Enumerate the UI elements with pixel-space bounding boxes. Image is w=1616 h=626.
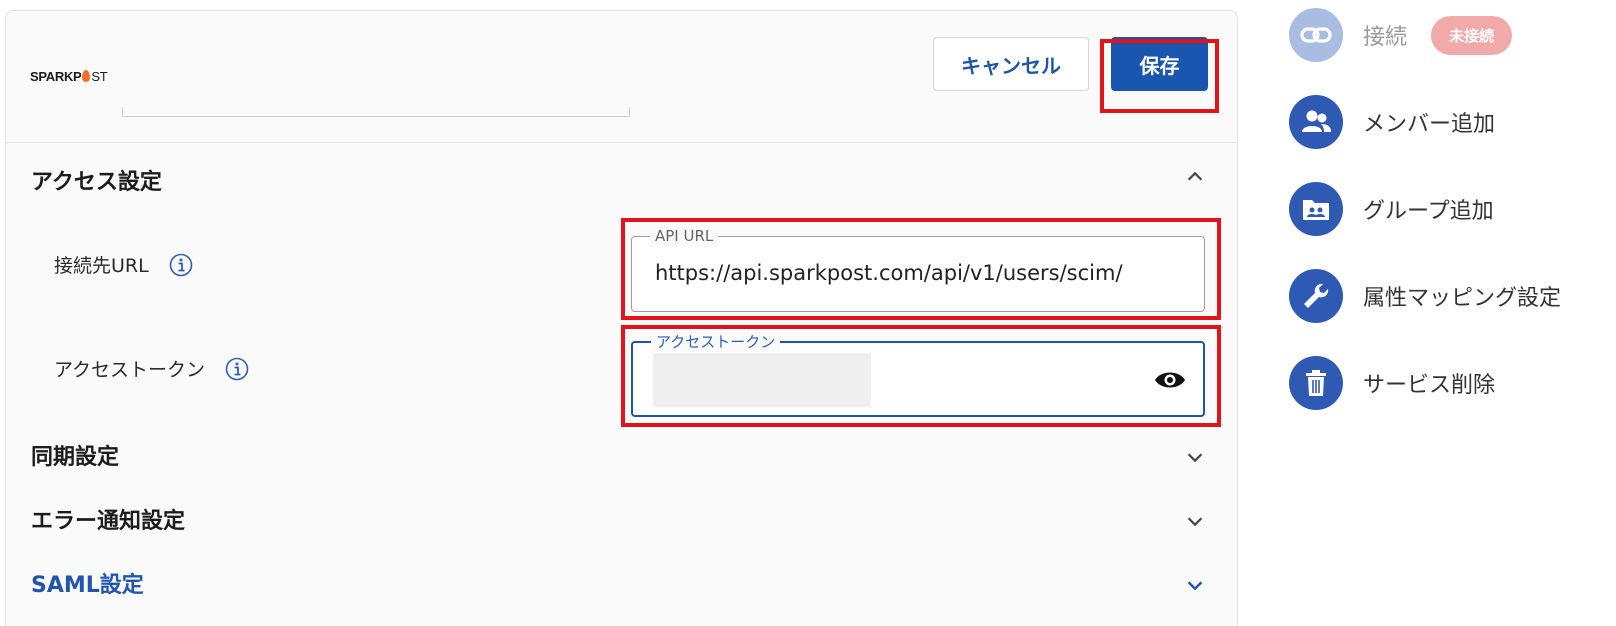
save-button[interactable]: 保存 bbox=[1111, 37, 1208, 91]
flame-icon bbox=[82, 70, 91, 82]
sparkpost-logo: SPARKP ST bbox=[30, 69, 108, 84]
users-icon bbox=[1289, 95, 1343, 149]
settings-panel: SPARKP ST アクセス設定 接続先URL API URL https://a… bbox=[5, 10, 1238, 626]
api-url-value[interactable]: https://api.sparkpost.com/api/v1/users/s… bbox=[655, 261, 1123, 285]
cancel-button[interactable]: キャンセル bbox=[933, 37, 1089, 91]
status-badge: 未接続 bbox=[1431, 15, 1513, 55]
section-title-saml-settings[interactable]: SAML設定 bbox=[31, 567, 144, 599]
info-icon[interactable] bbox=[169, 253, 193, 277]
trash-icon bbox=[1289, 356, 1343, 410]
section-title-access-settings[interactable]: アクセス設定 bbox=[31, 164, 162, 196]
group-folder-icon bbox=[1289, 182, 1343, 236]
sidebar-item-delete-service[interactable]: サービス削除 bbox=[1289, 356, 1495, 410]
sidebar-item-add-group[interactable]: グループ追加 bbox=[1289, 182, 1494, 236]
info-icon[interactable] bbox=[225, 357, 249, 381]
section-title-sync-settings[interactable]: 同期設定 bbox=[31, 439, 119, 471]
link-icon bbox=[1289, 8, 1343, 62]
chevron-down-icon[interactable] bbox=[1184, 574, 1206, 596]
service-name-input[interactable] bbox=[122, 107, 630, 117]
access-token-field[interactable]: アクセストークン bbox=[631, 332, 1205, 417]
section-title-error-notification[interactable]: エラー通知設定 bbox=[31, 503, 185, 535]
sidebar-item-attribute-mapping[interactable]: 属性マッピング設定 bbox=[1289, 269, 1561, 323]
wrench-icon bbox=[1289, 269, 1343, 323]
token-field-label: アクセストークン bbox=[54, 355, 249, 382]
chevron-up-icon[interactable] bbox=[1184, 166, 1206, 188]
sidebar-item-connect[interactable]: 接続 未接続 bbox=[1289, 8, 1513, 62]
masked-token-value[interactable] bbox=[653, 353, 871, 407]
eye-icon[interactable] bbox=[1153, 365, 1187, 395]
chevron-down-icon[interactable] bbox=[1184, 510, 1206, 532]
sidebar-item-add-member[interactable]: メンバー追加 bbox=[1289, 95, 1495, 149]
url-field-label: 接続先URL bbox=[54, 251, 193, 278]
api-url-field[interactable]: API URL https://api.sparkpost.com/api/v1… bbox=[631, 226, 1205, 312]
chevron-down-icon[interactable] bbox=[1184, 446, 1206, 468]
